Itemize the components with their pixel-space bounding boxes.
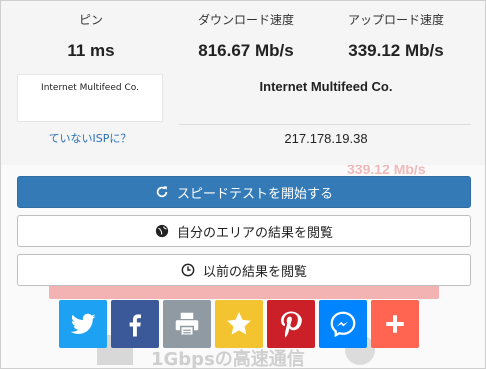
speedtest-result-panel: 339.12 Mb/s 1Gbpsの高速通信 ピン ダウンロード速度 アップロー…: [0, 0, 486, 369]
messenger-icon: [330, 311, 356, 338]
start-speedtest-button[interactable]: スピードテストを開始する: [17, 176, 471, 208]
ping-label: ピン: [78, 13, 103, 27]
more-share-button[interactable]: [371, 300, 419, 348]
messenger-share-button[interactable]: [319, 300, 367, 348]
print-icon: [175, 312, 199, 336]
refresh-icon: [155, 185, 169, 199]
provider-name: Internet Multifeed Co.: [259, 79, 393, 94]
ip-address: 217.178.19.38: [284, 131, 368, 146]
download-value: 816.67 Mb/s: [198, 41, 294, 60]
upload-value: 339.12 Mb/s: [348, 41, 444, 60]
clock-icon: [181, 263, 195, 277]
facebook-icon: [129, 314, 141, 337]
provider-logo-text: Internet Multifeed Co.: [41, 83, 139, 93]
plus-icon: [386, 315, 404, 333]
area-results-label: 自分のエリアの結果を閲覧: [176, 225, 333, 241]
favorite-star-icon: [227, 312, 251, 335]
faded-tagline: 1Gbpsの高速通信: [151, 349, 305, 369]
wrong-isp-link[interactable]: ていないISPに？: [17, 130, 163, 146]
globe-icon: [155, 224, 169, 238]
pinterest-icon: [281, 311, 302, 338]
area-results-button[interactable]: 自分のエリアの結果を閲覧: [17, 215, 471, 247]
favorite-share-button[interactable]: [215, 300, 263, 348]
download-label: ダウンロード速度: [197, 13, 294, 27]
start-speedtest-label: スピードテストを開始する: [176, 186, 333, 202]
twitter-icon: [70, 313, 96, 334]
ping-value: 11 ms: [67, 41, 115, 60]
previous-results-label: 以前の結果を閲覧: [202, 264, 307, 280]
twitter-share-button[interactable]: [59, 300, 107, 348]
provider-logo: Internet Multifeed Co.: [17, 74, 163, 122]
previous-results-button[interactable]: 以前の結果を閲覧: [17, 254, 471, 286]
print-share-button[interactable]: [163, 300, 211, 348]
divider: [179, 124, 471, 125]
facebook-share-button[interactable]: [111, 300, 159, 348]
upload-label: アップロード速度: [347, 13, 444, 27]
results-summary: ピン ダウンロード速度 アップロード速度 11 ms 816.67 Mb/s 3…: [1, 1, 485, 165]
pinterest-share-button[interactable]: [267, 300, 315, 348]
